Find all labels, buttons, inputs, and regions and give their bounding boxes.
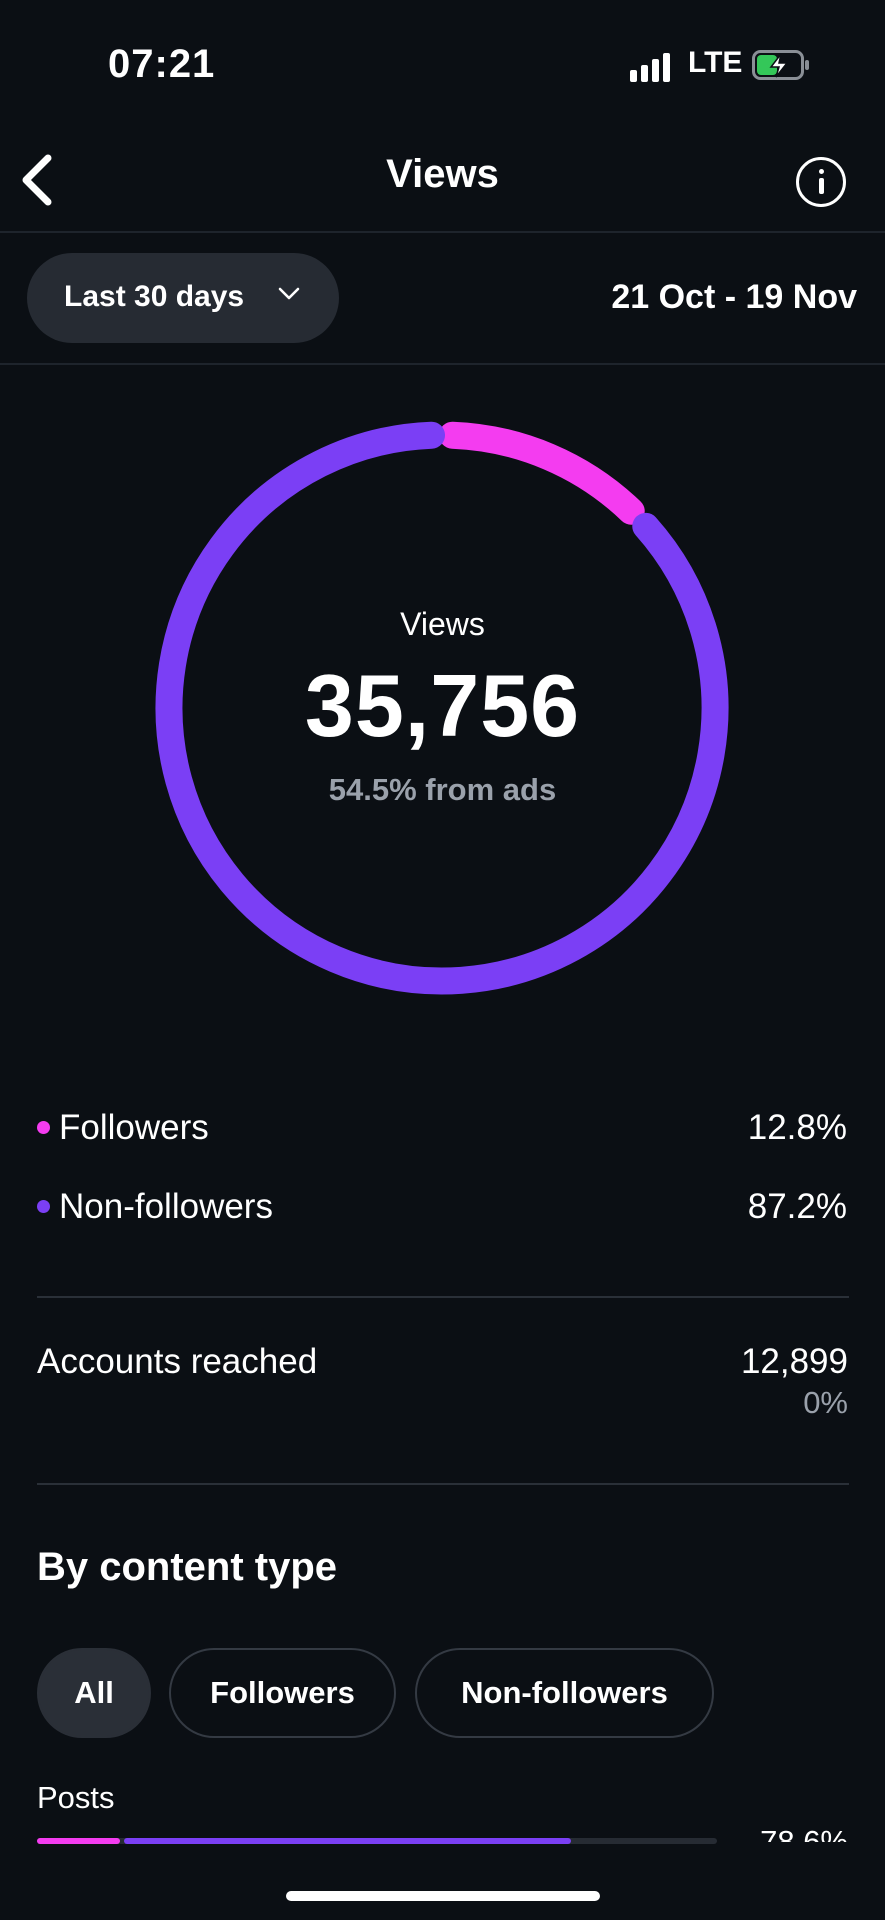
non-followers-legend-dot	[37, 1200, 50, 1213]
posts-label: Posts	[37, 1780, 115, 1815]
accounts-reached-change: 0%	[803, 1385, 848, 1420]
chip-all-label: All	[74, 1675, 114, 1710]
chip-non-followers-label: Non-followers	[461, 1675, 668, 1710]
date-range-dropdown-label: Last 30 days	[64, 280, 245, 313]
page-title: Views	[386, 152, 499, 196]
home-indicator[interactable]	[286, 1891, 600, 1901]
chevron-down-icon	[278, 286, 300, 302]
network-type: LTE	[688, 46, 743, 79]
signal-strength-icon	[630, 52, 674, 82]
non-followers-legend-label: Non-followers	[59, 1187, 273, 1226]
content-type-title: By content type	[37, 1545, 338, 1589]
info-icon[interactable]	[796, 157, 846, 207]
followers-legend-label: Followers	[59, 1108, 209, 1147]
status-time: 07:21	[108, 42, 216, 86]
posts-value: 78.6%	[760, 1824, 848, 1842]
followers-legend-value: 12.8%	[747, 1108, 847, 1147]
date-range-text: 21 Oct - 19 Nov	[611, 278, 857, 316]
battery-charging-icon	[752, 50, 810, 80]
header-divider	[0, 231, 885, 233]
posts-non-followers-bar	[124, 1838, 572, 1844]
section-divider	[37, 1296, 849, 1298]
followers-legend-dot	[37, 1121, 50, 1134]
non-followers-legend-value: 87.2%	[747, 1187, 847, 1226]
chip-followers-label: Followers	[210, 1675, 355, 1710]
accounts-reached-label: Accounts reached	[37, 1342, 318, 1381]
followers-segment	[438, 421, 645, 525]
chip-followers[interactable]: Followers	[169, 1648, 396, 1738]
filter-divider	[0, 363, 885, 365]
chip-non-followers[interactable]: Non-followers	[415, 1648, 714, 1738]
posts-followers-bar	[37, 1838, 121, 1844]
chip-all[interactable]: All	[37, 1648, 151, 1738]
posts-bar	[37, 1838, 717, 1844]
views-total: 35,756	[304, 656, 581, 755]
section-divider	[37, 1483, 849, 1485]
accounts-reached-value: 12,899	[740, 1342, 848, 1381]
ads-share: 54.5% from ads	[328, 772, 557, 807]
views-label: Views	[400, 606, 485, 642]
